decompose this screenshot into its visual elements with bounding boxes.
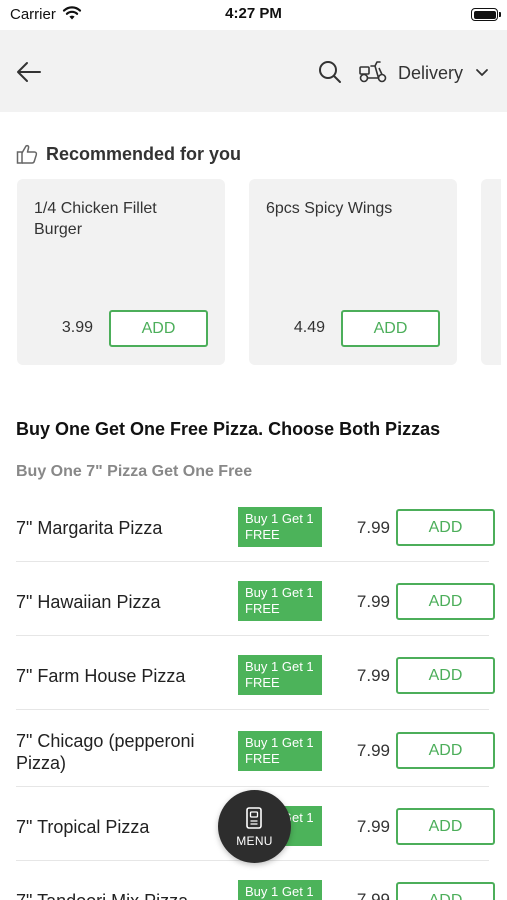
- item-price: 7.99: [356, 741, 390, 760]
- menu-item-row[interactable]: 7" Chicago (pepperoni Pizza) Buy 1 Get 1…: [0, 722, 507, 798]
- item-name: 7" Margarita Pizza: [16, 518, 163, 538]
- divider: [16, 786, 489, 787]
- promo-badge: Buy 1 Get 1 FREE: [238, 655, 322, 695]
- add-button[interactable]: ADD: [396, 808, 495, 845]
- menu-item-row[interactable]: 7" Tandoori Mix Pizza Buy 1 Get 1 FREE 7…: [0, 872, 507, 900]
- promo-badge: Buy 1 Get 1 FREE: [238, 880, 322, 900]
- battery-icon: [471, 8, 501, 21]
- scooter-icon: [359, 61, 387, 83]
- thumbs-up-icon: [16, 144, 38, 164]
- item-price: 7.99: [356, 890, 390, 900]
- promo-badge: Buy 1 Get 1 FREE: [238, 507, 322, 547]
- recommended-card[interactable]: 6pcs Spicy Wings 4.49 ADD: [249, 179, 457, 365]
- status-bar: Carrier 4:27 PM: [0, 0, 507, 30]
- status-time: 4:27 PM: [225, 5, 282, 22]
- item-name: 7" Tropical Pizza: [16, 817, 150, 837]
- menu-item-row[interactable]: 7" Hawaiian Pizza Buy 1 Get 1 FREE 7.99 …: [0, 574, 507, 636]
- recommended-title: Recommended for you: [46, 144, 242, 164]
- add-button[interactable]: ADD: [109, 310, 208, 347]
- add-button[interactable]: ADD: [396, 583, 495, 620]
- top-nav-bar: Delivery: [0, 30, 507, 112]
- menu-card-icon: [246, 807, 262, 829]
- recommended-item-price: 3.99: [61, 319, 93, 336]
- section-subtitle: Buy One 7" Pizza Get One Free: [16, 463, 253, 480]
- back-arrow-icon: [17, 62, 41, 82]
- search-icon: [319, 61, 341, 83]
- chevron-down-icon: [476, 69, 488, 76]
- add-button[interactable]: ADD: [341, 310, 440, 347]
- section-title: Buy One Get One Free Pizza. Choose Both …: [16, 419, 441, 439]
- item-name: 7" Hawaiian Pizza: [16, 592, 161, 612]
- item-name: 7" Tandoori Mix Pizza: [16, 890, 231, 900]
- item-price: 7.99: [356, 518, 390, 537]
- menu-item-row[interactable]: 7" Margarita Pizza Buy 1 Get 1 FREE 7.99…: [0, 500, 507, 562]
- item-price: 7.99: [356, 592, 390, 611]
- add-button[interactable]: ADD: [396, 732, 495, 769]
- promo-badge: Buy 1 Get 1 FREE: [238, 581, 322, 621]
- menu-fab-label: MENU: [236, 834, 273, 848]
- item-name: 7" Chicago (pepperoni Pizza): [16, 731, 195, 773]
- recommended-card-peek[interactable]: [481, 179, 501, 365]
- promo-badge: Buy 1 Get 1 FREE: [238, 731, 322, 771]
- divider: [16, 635, 489, 636]
- recommended-item-price: 4.49: [293, 319, 325, 336]
- menu-item-row[interactable]: 7" Farm House Pizza Buy 1 Get 1 FREE 7.9…: [0, 648, 507, 710]
- menu-fab-button[interactable]: MENU: [218, 790, 291, 863]
- back-button[interactable]: [14, 57, 44, 87]
- item-price: 7.99: [356, 817, 390, 836]
- add-button[interactable]: ADD: [396, 882, 495, 900]
- add-button[interactable]: ADD: [396, 509, 495, 546]
- recommended-item-name: 1/4 Chicken Fillet Burger: [34, 200, 157, 238]
- delivery-label: Delivery: [398, 63, 464, 83]
- search-button[interactable]: [317, 59, 343, 85]
- item-name: 7" Farm House Pizza: [16, 666, 186, 686]
- recommended-item-name: 6pcs Spicy Wings: [266, 200, 393, 217]
- divider: [16, 709, 489, 710]
- item-price: 7.99: [356, 666, 390, 685]
- delivery-mode-selector[interactable]: Delivery: [358, 56, 498, 88]
- recommended-card[interactable]: 1/4 Chicken Fillet Burger 3.99 ADD: [17, 179, 225, 365]
- divider: [16, 561, 489, 562]
- add-button[interactable]: ADD: [396, 657, 495, 694]
